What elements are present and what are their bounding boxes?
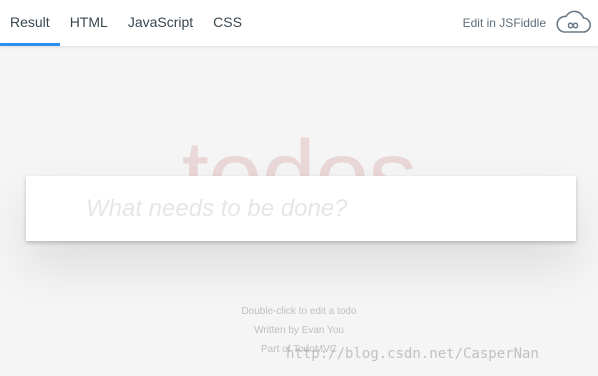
- tab-css[interactable]: CSS: [203, 0, 252, 46]
- result-tabs: Result HTML JavaScript CSS: [0, 0, 252, 46]
- todo-input-panel: [26, 176, 576, 241]
- tab-result[interactable]: Result: [0, 0, 60, 46]
- watermark-text: http://blog.csdn.net/CasperNan: [286, 346, 539, 362]
- tab-html[interactable]: HTML: [60, 0, 118, 46]
- author-credit: Written by Evan You: [254, 325, 344, 336]
- tab-javascript[interactable]: JavaScript: [118, 0, 203, 46]
- new-todo-input[interactable]: [26, 176, 576, 241]
- edit-hint-text: Double-click to edit a todo: [241, 306, 357, 317]
- fiddle-toolbar: Result HTML JavaScript CSS Edit in JSFid…: [0, 0, 598, 46]
- edit-in-jsfiddle-label: Edit in JSFiddle: [462, 16, 546, 30]
- cloud-infinity-icon: [554, 10, 592, 36]
- edit-in-jsfiddle-link[interactable]: Edit in JSFiddle: [463, 0, 592, 46]
